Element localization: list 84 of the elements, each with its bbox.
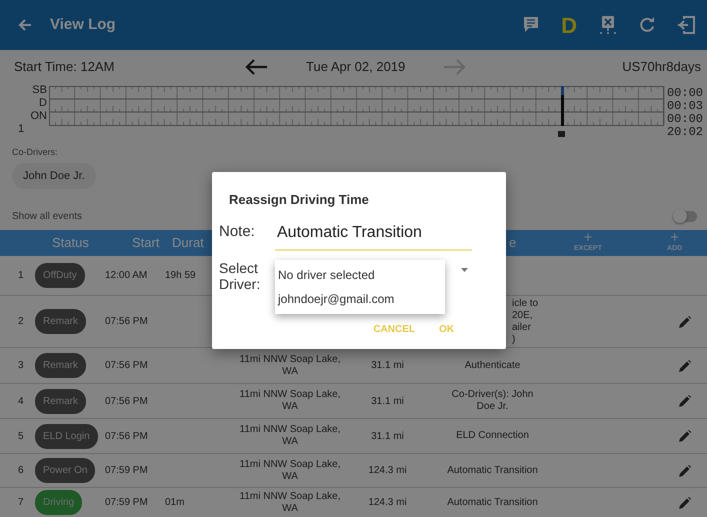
status-tag[interactable]: OffDuty xyxy=(35,263,85,288)
duty-total: 00:03 xyxy=(666,100,703,113)
start-time: 07:59 PM xyxy=(105,496,149,510)
start-time: 07:56 PM xyxy=(105,359,149,373)
start-time: 07:56 PM xyxy=(105,394,149,408)
column-header: e xyxy=(509,234,516,252)
row-number: 5 xyxy=(17,430,25,444)
status-tag[interactable]: Power On xyxy=(35,458,96,483)
start-time-label: Start Time: 12AM xyxy=(14,58,116,76)
dialog-title: Reassign Driving Time xyxy=(228,191,370,209)
duty-total: 00:00 xyxy=(666,113,703,126)
edit-pencil-icon[interactable] xyxy=(679,430,691,442)
page-number: 1 xyxy=(17,123,26,135)
row-number: 7 xyxy=(17,496,25,510)
location: 11mi NNW Soap Lake, WA xyxy=(240,490,340,514)
column-header: Durat xyxy=(172,234,204,252)
edit-pencil-icon[interactable] xyxy=(679,395,691,407)
distance: 31.1 mi xyxy=(371,360,404,371)
row-number: 2 xyxy=(17,315,25,329)
marker-icon xyxy=(558,131,565,137)
refresh-icon[interactable] xyxy=(639,17,655,33)
toggle-switch[interactable] xyxy=(675,210,697,222)
row-number: 3 xyxy=(17,359,25,373)
driver-option[interactable]: No driver selected xyxy=(275,263,445,287)
status-tag[interactable]: Driving xyxy=(35,490,82,515)
cancel-button[interactable]: CANCEL xyxy=(365,318,423,341)
distance: 31.1 mi xyxy=(371,430,404,442)
ruleset-label: US70hr8days xyxy=(622,58,701,76)
event-note: Authenticate xyxy=(464,360,520,370)
status-tag[interactable]: Remark xyxy=(35,388,86,414)
close-box-icon[interactable] xyxy=(599,15,617,35)
start-time: 07:59 PM xyxy=(105,464,149,478)
ok-button[interactable]: OK xyxy=(431,318,462,341)
distance: 124.3 mi xyxy=(368,497,407,508)
row-number: 1 xyxy=(17,269,25,283)
location: 11mi NNW Soap Lake, WA xyxy=(240,458,340,482)
edit-pencil-icon[interactable] xyxy=(679,496,691,508)
edit-pencil-icon[interactable] xyxy=(679,316,691,328)
driver-status-letter[interactable]: D xyxy=(561,8,577,42)
duty-status-label: SB xyxy=(32,84,47,97)
driver-option[interactable]: johndoejr@gmail.com xyxy=(275,287,445,311)
message-icon[interactable] xyxy=(523,16,540,34)
edit-pencil-icon[interactable] xyxy=(679,464,691,476)
column-header: Status xyxy=(52,234,89,252)
event-note: Automatic Transition xyxy=(447,496,538,508)
duration: 01m xyxy=(165,497,184,508)
duration: 19h 59 xyxy=(165,270,196,281)
back-arrow-icon[interactable] xyxy=(18,19,32,31)
row-number: 6 xyxy=(17,464,25,478)
note-input-field[interactable]: Automatic Transition xyxy=(275,220,472,250)
start-time: 12:00 AM xyxy=(105,269,148,283)
co-driver-chip[interactable]: John Doe Jr. xyxy=(12,162,96,189)
location: 11mi NNW Soap Lake, WA xyxy=(240,354,340,376)
co-drivers-label: Co-Drivers: xyxy=(12,146,59,159)
event-note: icle to 20E, ailer ) xyxy=(512,298,538,344)
start-time: 07:56 PM xyxy=(105,430,149,444)
distance: 124.3 mi xyxy=(368,465,407,476)
event-note: ELD Connection xyxy=(456,430,529,441)
status-tag[interactable]: Remark xyxy=(35,309,86,334)
show-all-events-label: Show all events xyxy=(12,210,82,224)
edit-pencil-icon[interactable] xyxy=(679,360,691,372)
status-tag[interactable]: ELD Login xyxy=(35,424,98,448)
note-label: Note: xyxy=(219,222,256,242)
log-date: Tue Apr 02, 2019 xyxy=(306,58,406,76)
logout-icon[interactable] xyxy=(677,16,695,34)
location: 11mi NNW Soap Lake, WA xyxy=(240,424,340,447)
duty-status-label: D xyxy=(39,97,47,110)
screen-title: View Log xyxy=(50,14,116,35)
previous-day-arrow-icon[interactable] xyxy=(244,58,268,76)
distance: 31.1 mi xyxy=(371,396,404,406)
select-driver-label: Select Driver: xyxy=(219,260,262,292)
location: 11mi NNW Soap Lake, WA xyxy=(240,389,340,412)
duty-status-label: ON xyxy=(30,110,47,123)
event-note: Co-Driver(s): John Doe Jr. xyxy=(452,389,534,412)
duty-total: 20:02 xyxy=(666,126,703,139)
duty-total: 00:00 xyxy=(666,87,703,100)
event-note: Automatic Transition xyxy=(447,464,538,476)
column-header: Start xyxy=(132,234,160,252)
dropdown-caret-icon[interactable] xyxy=(461,268,468,272)
status-tag[interactable]: Remark xyxy=(35,353,86,378)
plus-icon: + xyxy=(670,230,679,245)
plus-icon: + xyxy=(584,230,592,245)
row-number: 4 xyxy=(17,394,25,408)
start-time: 07:56 PM xyxy=(105,315,149,329)
